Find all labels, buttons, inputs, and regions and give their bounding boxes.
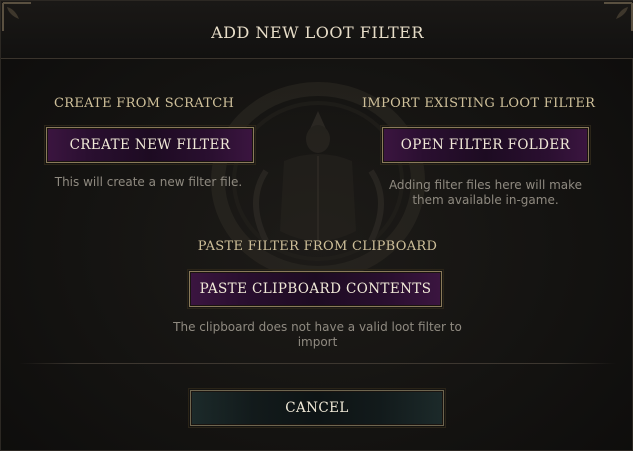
clipboard-message-line: The clipboard does not have a valid loot… (173, 320, 462, 334)
dialog-title: ADD NEW LOOT FILTER (211, 23, 424, 42)
import-description-line: them available in-game. (412, 193, 559, 207)
clipboard-status-message: The clipboard does not have a valid loot… (121, 320, 514, 350)
cancel-button[interactable]: CANCEL (188, 388, 446, 428)
add-loot-filter-dialog: ADD NEW LOOT FILTER CREATE FROM SCRATCH … (0, 0, 633, 451)
dialog-titlebar: ADD NEW LOOT FILTER (1, 1, 633, 59)
scratch-section-label: CREATE FROM SCRATCH (54, 96, 235, 111)
import-section-label: IMPORT EXISTING LOOT FILTER (362, 96, 596, 111)
import-description: Adding filter files here will make them … (363, 178, 608, 208)
footer-divider (19, 363, 616, 364)
clipboard-section-label: PASTE FILTER FROM CLIPBOARD (197, 239, 438, 254)
open-filter-folder-button[interactable]: OPEN FILTER FOLDER (380, 125, 591, 165)
paste-clipboard-button[interactable]: PASTE CLIPBOARD CONTENTS (187, 269, 444, 309)
scratch-description: This will create a new filter file. (54, 175, 243, 189)
create-new-filter-button[interactable]: CREATE NEW FILTER (44, 125, 256, 165)
import-description-line: Adding filter files here will make (388, 178, 583, 192)
clipboard-message-line: import (297, 335, 338, 349)
